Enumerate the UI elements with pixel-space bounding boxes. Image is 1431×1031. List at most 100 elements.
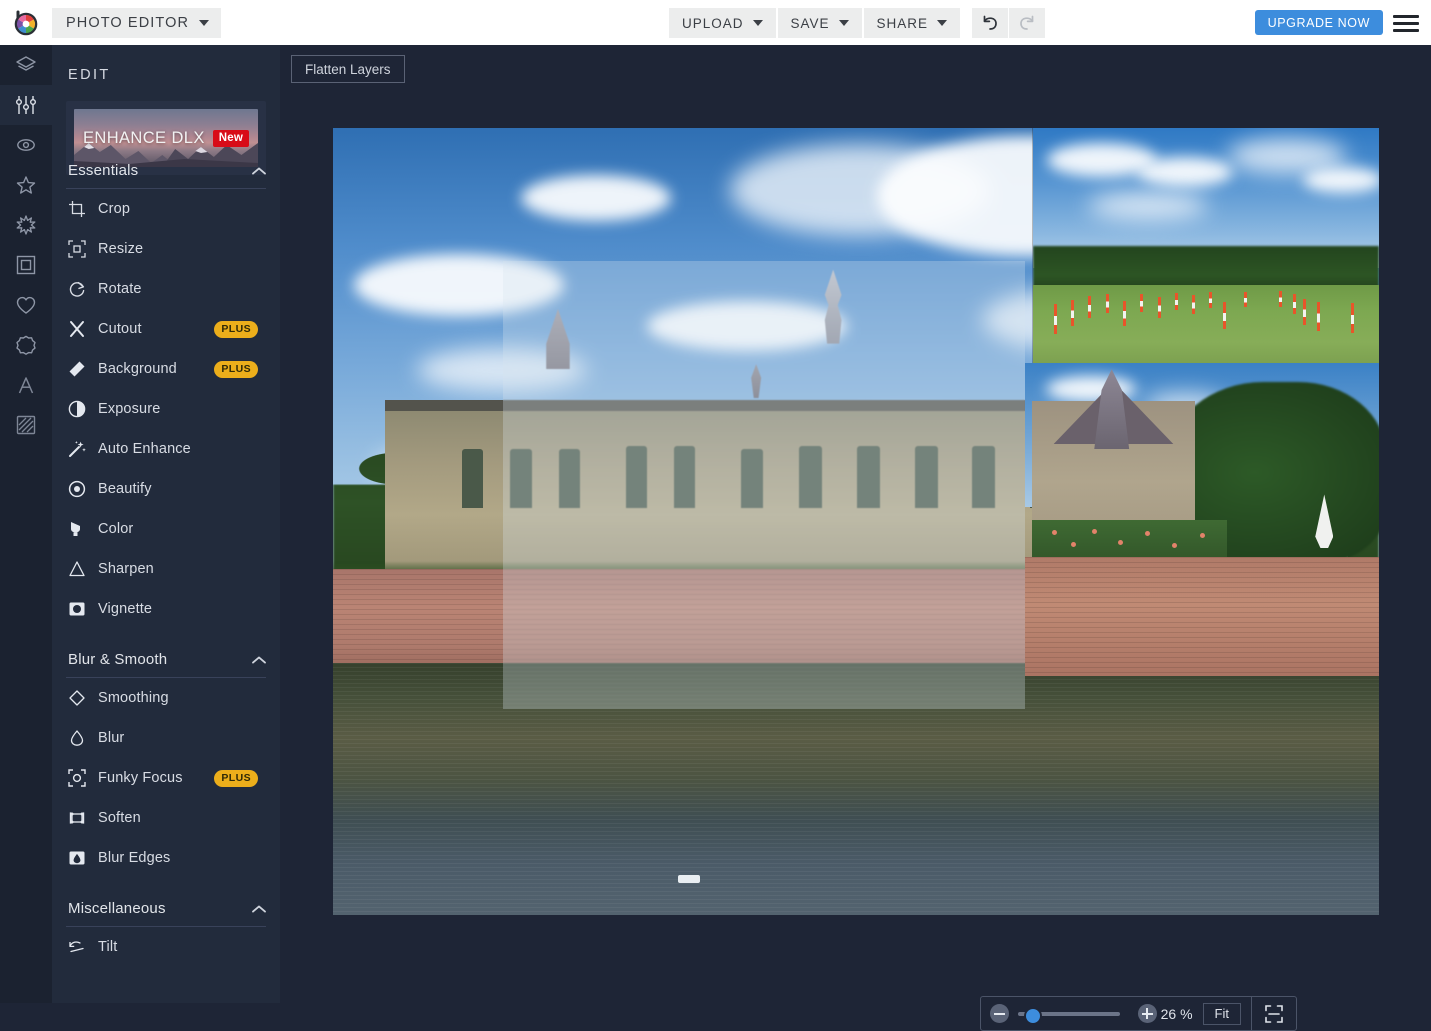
chevron-down-icon: [838, 20, 849, 26]
rail-item-frames[interactable]: [0, 245, 52, 285]
rail-item-stickers[interactable]: [0, 325, 52, 365]
fit-screen-button[interactable]: [1252, 997, 1296, 1030]
canvas-area: Flatten Layers 26 % Fit: [280, 45, 1431, 1031]
layer-green-field-photo[interactable]: [1033, 128, 1379, 373]
page-title: EDIT: [68, 67, 111, 83]
menu-item-label: Blur: [98, 730, 125, 746]
menu-item-label: Smoothing: [98, 690, 169, 706]
tilt-icon: [68, 938, 98, 956]
scissors-icon: [68, 320, 98, 338]
menu-item-funky-focus[interactable]: Funky Focus PLUS: [52, 758, 280, 798]
redo-button[interactable]: [1009, 8, 1046, 38]
boat: [678, 874, 701, 883]
fit-button[interactable]: Fit: [1202, 1002, 1241, 1025]
chevron-down-icon: [752, 20, 763, 26]
sticker-badge-icon: [16, 335, 36, 355]
tool-rail: [0, 45, 52, 1003]
rail-item-effects[interactable]: [0, 125, 52, 165]
exposure-icon: [68, 400, 98, 418]
zoom-out-icon[interactable]: [990, 1004, 1009, 1023]
chevron-down-icon: [199, 19, 210, 26]
menu-item-label: Crop: [98, 201, 131, 217]
menu-item-color[interactable]: Color: [52, 509, 280, 549]
manor-brick-wall: [1025, 557, 1379, 676]
flatten-layers-button[interactable]: Flatten Layers: [291, 55, 405, 83]
menu-item-exposure[interactable]: Exposure: [52, 389, 280, 429]
rail-item-layers[interactable]: [0, 45, 52, 85]
menu-item-label: Vignette: [98, 601, 153, 617]
menu-item-smoothing[interactable]: Smoothing: [52, 678, 280, 718]
image-canvas[interactable]: [333, 128, 1379, 915]
menu-item-sharpen[interactable]: Sharpen: [52, 549, 280, 589]
group-header-essentials[interactable]: Essentials: [66, 140, 266, 189]
plus-badge: PLUS: [214, 769, 258, 787]
rail-item-adjust[interactable]: [0, 85, 52, 125]
group-title: Blur & Smooth: [68, 651, 168, 668]
top-tool-group: UPLOAD SAVE SHARE: [669, 8, 1046, 38]
menu-item-cutout[interactable]: Cutout PLUS: [52, 309, 280, 349]
menu-item-resize[interactable]: Resize: [52, 229, 280, 269]
group-header-blur-smooth[interactable]: Blur & Smooth: [66, 629, 266, 678]
zoom-level-value: 26 %: [1160, 1005, 1193, 1022]
menu-item-label: Color: [98, 521, 134, 537]
layer-manor-wall-photo[interactable]: [1025, 363, 1379, 676]
undo-arrow-icon: [983, 15, 997, 30]
field-grass: [1033, 284, 1379, 373]
top-bar: PHOTO EDITOR UPLOAD SAVE SHARE UPGRADE N…: [0, 0, 1431, 45]
menu-item-blur-edges[interactable]: Blur Edges: [52, 838, 280, 878]
upload-button[interactable]: UPLOAD: [669, 8, 776, 38]
chevron-up-icon: [252, 905, 266, 912]
menu-item-background[interactable]: Background PLUS: [52, 349, 280, 389]
aperture-logo-icon[interactable]: [0, 0, 52, 45]
menu-item-label: Cutout: [98, 321, 142, 337]
sparkle-burst-icon: [16, 215, 36, 235]
menu-item-blur[interactable]: Blur: [52, 718, 280, 758]
eye-icon: [17, 139, 35, 151]
upload-label: UPLOAD: [682, 15, 744, 31]
menu-item-soften[interactable]: Soften: [52, 798, 280, 838]
menu-item-vignette[interactable]: Vignette: [52, 589, 280, 629]
app-menu-button[interactable]: PHOTO EDITOR: [52, 7, 222, 38]
menu-item-tilt[interactable]: Tilt: [52, 927, 280, 967]
resize-icon: [68, 240, 98, 258]
zoom-slider-handle[interactable]: [1024, 1006, 1042, 1025]
magic-wand-icon: [68, 440, 98, 458]
share-label: SHARE: [876, 15, 929, 31]
hamburger-menu-icon[interactable]: [1393, 12, 1419, 34]
save-label: SAVE: [790, 15, 830, 31]
rail-item-texture[interactable]: [0, 405, 52, 445]
crop-icon: [68, 200, 98, 218]
menu-item-rotate[interactable]: Rotate: [52, 269, 280, 309]
zoom-in-icon[interactable]: [1137, 1004, 1157, 1023]
rail-item-text[interactable]: [0, 365, 52, 405]
upgrade-now-button[interactable]: UPGRADE NOW: [1254, 10, 1383, 35]
rail-item-overlays[interactable]: [0, 165, 52, 205]
app-menu-label: PHOTO EDITOR: [66, 14, 190, 31]
color-bucket-icon: [68, 520, 98, 538]
rail-item-shapes[interactable]: [0, 285, 52, 325]
rail-item-textures[interactable]: [0, 205, 52, 245]
menu-item-label: Beautify: [98, 481, 152, 497]
chevron-up-icon: [252, 656, 266, 663]
diamond-icon: [68, 689, 98, 707]
plus-badge: PLUS: [214, 320, 258, 338]
layers-icon: [16, 56, 36, 71]
beautify-icon: [68, 480, 98, 498]
menu-item-crop[interactable]: Crop: [52, 189, 280, 229]
save-button[interactable]: SAVE: [777, 8, 862, 38]
layer-soft-overlay[interactable]: [503, 261, 1025, 709]
share-button[interactable]: SHARE: [863, 8, 961, 38]
menu-item-auto-enhance[interactable]: Auto Enhance: [52, 429, 280, 469]
photo-editor-app: PHOTO EDITOR UPLOAD SAVE SHARE UPGRADE N…: [0, 0, 1431, 1031]
chevron-down-icon: [937, 20, 948, 26]
zoom-slider[interactable]: [1018, 1006, 1120, 1025]
menu-item-label: Blur Edges: [98, 850, 171, 866]
menu-item-label: Soften: [98, 810, 141, 826]
group-header-miscellaneous[interactable]: Miscellaneous: [66, 878, 266, 927]
menu-item-beautify[interactable]: Beautify: [52, 469, 280, 509]
rotate-icon: [68, 280, 98, 298]
history-group: [972, 8, 1046, 38]
redo-arrow-icon: [1020, 15, 1034, 30]
undo-button[interactable]: [972, 8, 1009, 38]
frame-icon: [16, 255, 36, 275]
